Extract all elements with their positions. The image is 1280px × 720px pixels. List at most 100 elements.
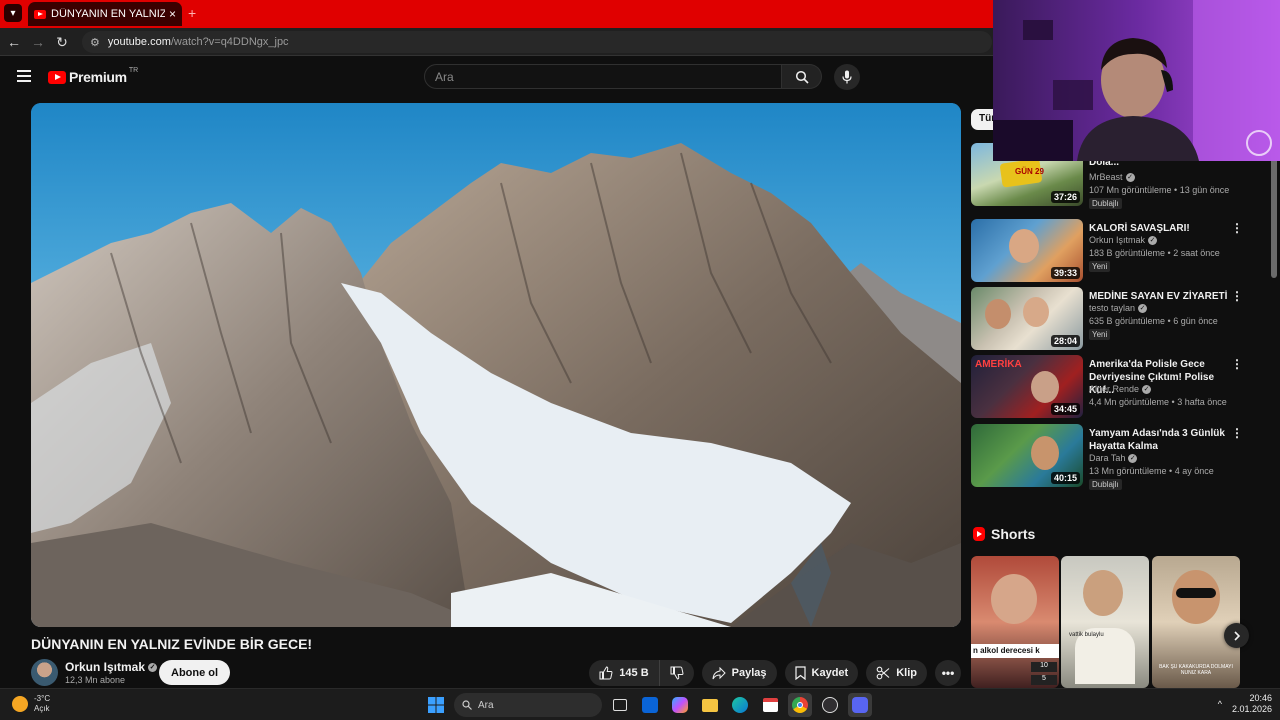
video-frame-mountain-image bbox=[31, 103, 961, 627]
windows-start-icon[interactable] bbox=[424, 693, 448, 717]
more-actions-button[interactable]: ••• bbox=[935, 660, 961, 686]
subscriber-count: 12,3 Mn abone bbox=[65, 675, 126, 685]
short-score: 10 bbox=[1031, 662, 1057, 672]
recommendation-channel-text: Alper Rende bbox=[1089, 384, 1140, 394]
reload-icon[interactable]: ↻ bbox=[54, 34, 70, 51]
duration-badge: 37:26 bbox=[1050, 191, 1080, 203]
recommendation-thumbnail[interactable]: 28:04 bbox=[971, 287, 1083, 350]
chevron-right-icon bbox=[1233, 630, 1240, 641]
recommendation-thumbnail[interactable]: AMERİKA 34:45 bbox=[971, 355, 1083, 418]
address-bar[interactable]: ⚙ youtube.com/watch?v=q4DDNgx_jpc bbox=[82, 31, 992, 53]
task-view-icon[interactable] bbox=[608, 693, 632, 717]
clip-button[interactable]: Klip bbox=[866, 660, 927, 686]
sidebar-scrollbar[interactable] bbox=[1271, 158, 1277, 278]
video-owner-row: Orkun Işıtmak ✓ 12,3 Mn abone Abone ol 14… bbox=[31, 658, 961, 688]
more-options-icon[interactable]: ⋮ bbox=[1231, 221, 1243, 235]
video-player[interactable] bbox=[31, 103, 961, 627]
recommendation-channel[interactable]: MrBeast ✓ bbox=[1089, 172, 1135, 183]
file-explorer-icon[interactable] bbox=[698, 693, 722, 717]
recommendation-meta: 107 Mn görüntüleme • 13 gün önce bbox=[1089, 185, 1230, 195]
url-path: /watch?v=q4DDNgx_jpc bbox=[170, 36, 289, 48]
subscribe-button[interactable]: Abone ol bbox=[159, 660, 231, 685]
weather-sun-icon bbox=[12, 696, 28, 712]
menu-hamburger-icon[interactable] bbox=[17, 70, 31, 82]
verified-check-icon: ✓ bbox=[1142, 385, 1152, 395]
share-button[interactable]: Paylaş bbox=[701, 660, 777, 686]
save-label: Kaydet bbox=[811, 667, 849, 679]
more-options-icon[interactable]: ⋮ bbox=[1231, 426, 1243, 440]
recommendation-title[interactable]: MEDİNE SAYAN EV ZİYARETİ bbox=[1089, 290, 1229, 303]
save-button[interactable]: Kaydet bbox=[784, 660, 859, 686]
duration-badge: 34:45 bbox=[1050, 403, 1080, 415]
recommendation-channel[interactable]: Alper Rende ✓ bbox=[1089, 384, 1152, 395]
bookmark-icon bbox=[794, 666, 806, 680]
channel-avatar[interactable] bbox=[31, 659, 58, 686]
recommendation-thumbnail[interactable]: 39:33 bbox=[971, 219, 1083, 282]
browser-tab-active[interactable]: DÜNYANIN EN YALNIZ EVİNDE × bbox=[28, 2, 182, 26]
system-clock[interactable]: 20:46 2.01.2026 bbox=[1232, 693, 1272, 715]
tab-title: DÜNYANIN EN YALNIZ EVİNDE bbox=[51, 8, 165, 20]
dubbed-badge: Dublajlı bbox=[1089, 479, 1122, 490]
video-title: DÜNYANIN EN YALNIZ EVİNDE BİR GECE! bbox=[31, 636, 313, 652]
verified-check-icon: ✓ bbox=[1138, 304, 1148, 314]
recommendation-title[interactable]: KALORİ SAVAŞLARI! bbox=[1089, 222, 1229, 235]
site-info-icon[interactable]: ⚙ bbox=[90, 36, 100, 49]
streamer-webcam-overlay bbox=[993, 0, 1280, 161]
new-tab-button[interactable]: + bbox=[188, 5, 196, 21]
more-options-icon[interactable]: ⋮ bbox=[1231, 357, 1243, 371]
copilot-icon[interactable] bbox=[668, 693, 692, 717]
country-code: TR bbox=[128, 66, 139, 74]
verified-check-icon: ✓ bbox=[1128, 454, 1138, 464]
short-card[interactable]: n alkol derecesi k 10 5 bbox=[971, 556, 1059, 688]
search-input[interactable] bbox=[424, 64, 782, 89]
dislike-button[interactable] bbox=[660, 660, 694, 686]
store-icon[interactable] bbox=[758, 693, 782, 717]
clock-time: 20:46 bbox=[1249, 693, 1272, 703]
webcam-image bbox=[993, 0, 1280, 161]
video-actions: 145 B Paylaş Kaydet Klip ••• bbox=[589, 660, 961, 686]
youtube-premium-logo[interactable]: Premium TR bbox=[48, 66, 139, 85]
duration-badge: 28:04 bbox=[1050, 335, 1080, 347]
new-badge: Yeni bbox=[1089, 329, 1111, 340]
search-button[interactable] bbox=[782, 64, 822, 89]
recommendation-channel-text: testo taylan bbox=[1089, 303, 1136, 313]
like-button[interactable]: 145 B bbox=[589, 660, 660, 686]
edge-icon[interactable] bbox=[728, 693, 752, 717]
search-box bbox=[424, 64, 822, 89]
recommendation-channel[interactable]: Dara Tah ✓ bbox=[1089, 453, 1138, 464]
recommendation-item[interactable]: 40:15 Yamyam Adası'nda 3 Günlük Hayatta … bbox=[971, 424, 1251, 490]
recommendation-channel[interactable]: testo taylan ✓ bbox=[1089, 303, 1148, 314]
tray-overflow-chevron-icon[interactable]: ^ bbox=[1218, 699, 1222, 709]
forward-arrow-icon[interactable]: → bbox=[30, 34, 46, 50]
recommendation-item[interactable]: 28:04 MEDİNE SAYAN EV ZİYARETİ testo tay… bbox=[971, 287, 1251, 351]
verified-check-icon: ✓ bbox=[1148, 236, 1158, 246]
tab-close-icon[interactable]: × bbox=[169, 7, 176, 21]
short-card[interactable]: vattik bulaylu bbox=[1061, 556, 1149, 688]
channel-name-link[interactable]: Orkun Işıtmak ✓ bbox=[65, 660, 158, 674]
youtube-favicon-icon bbox=[34, 9, 46, 19]
obs-icon[interactable] bbox=[818, 693, 842, 717]
weather-widget[interactable]: -3°C Açık bbox=[12, 694, 50, 714]
taskbar-pinned-apps: Ara bbox=[424, 693, 872, 717]
recommendation-thumbnail[interactable]: 40:15 bbox=[971, 424, 1083, 487]
short-caption: vattik bulaylu bbox=[1069, 632, 1104, 638]
shorts-next-button[interactable] bbox=[1224, 623, 1249, 648]
short-card[interactable]: BAK ŞU KAKAKURDA DOLMAYI NUNIZ KARA bbox=[1152, 556, 1240, 688]
back-arrow-icon[interactable]: ← bbox=[6, 34, 22, 50]
more-options-icon[interactable]: ⋮ bbox=[1231, 289, 1243, 303]
shorts-heading-text: Shorts bbox=[991, 526, 1036, 542]
taskbar-search[interactable]: Ara bbox=[454, 693, 602, 717]
chrome-icon[interactable] bbox=[788, 693, 812, 717]
tab-menu-chevron-icon[interactable]: ▾ bbox=[4, 4, 22, 22]
recommendation-title[interactable]: Yamyam Adası'nda 3 Günlük Hayatta Kalma bbox=[1089, 427, 1229, 453]
recommendation-item[interactable]: 39:33 KALORİ SAVAŞLARI! Orkun Işıtmak ✓ 1… bbox=[971, 219, 1251, 283]
discord-icon[interactable] bbox=[848, 693, 872, 717]
recommendation-channel[interactable]: Orkun Işıtmak ✓ bbox=[1089, 235, 1158, 246]
shorts-logo-icon bbox=[973, 527, 985, 541]
recommendation-meta: 4,4 Mn görüntüleme • 3 hafta önce bbox=[1089, 397, 1227, 407]
recommendation-item[interactable]: AMERİKA 34:45 Amerika'da Polisle Gece De… bbox=[971, 355, 1251, 419]
outlook-icon[interactable] bbox=[638, 693, 662, 717]
voice-search-button[interactable] bbox=[834, 64, 860, 90]
recommendation-channel-text: MrBeast bbox=[1089, 172, 1123, 182]
duration-badge: 40:15 bbox=[1050, 472, 1080, 484]
